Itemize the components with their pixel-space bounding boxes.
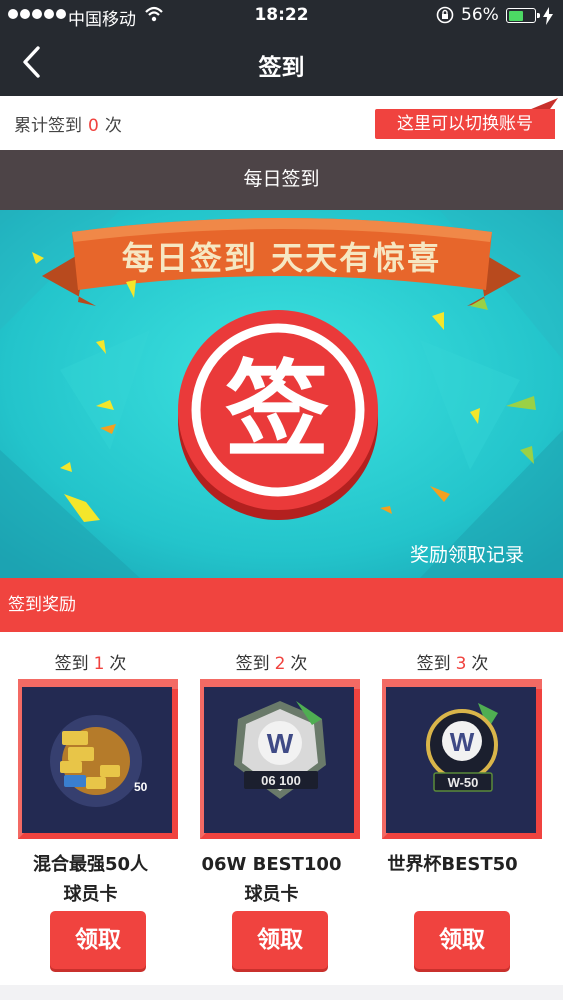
count-prefix: 累计签到 [14,116,82,136]
player-card-image: 50 [18,679,178,839]
card-badge-3: W-50 [448,775,479,790]
sign-in-button[interactable]: 签 [168,345,386,475]
times-suffix: 次 [471,654,489,674]
rewards-header: 签到奖励 [0,578,563,632]
count-value: 0 [88,116,99,136]
sign-in-count: 累计签到 0 次 [14,111,122,136]
reward-card: 签到 3 次 W W-50 世界杯BEST50 领取 [362,632,543,978]
top-bar: 中国移动 18:22 56% 签到 [0,0,563,96]
times-prefix: 签到 [54,654,89,674]
count-suffix: 次 [104,116,122,136]
player-card-image: W W-50 [382,679,542,839]
battery-icon [506,8,540,23]
reward-requirement: 签到 2 次 [181,649,362,674]
switch-account-button[interactable]: 这里可以切换账号 [375,109,555,139]
reward-name: 世界杯BEST50 [362,850,543,880]
reward-requirement: 签到 3 次 [362,649,543,674]
times-count: 1 [93,654,105,674]
daily-sign-header: 每日签到 [0,150,563,210]
svg-text:W: W [267,728,294,759]
card-badge-1: 50 [134,780,148,794]
status-bar: 中国移动 18:22 56% [0,0,563,32]
banner-slogan: 每日签到 天天有惊喜 [121,239,442,277]
player-card-image: W 06 100 [200,679,360,839]
times-suffix: 次 [109,654,127,674]
reward-name: 混合最强50人 球员卡 [0,850,181,910]
reward-requirement: 签到 1 次 [0,649,181,674]
charging-bolt-icon [543,7,553,25]
battery-percent: 56% [461,5,499,25]
reward-name-line2: 球员卡 [244,884,299,905]
times-prefix: 签到 [416,654,451,674]
times-count: 3 [455,654,467,674]
claim-button[interactable]: 领取 [50,911,146,969]
bottom-divider [0,985,563,1000]
claim-button[interactable]: 领取 [232,911,328,969]
times-count: 2 [274,654,286,674]
card-badge-2: 06 100 [261,773,301,788]
svg-text:W: W [450,727,475,757]
reward-name-line1: 世界杯BEST50 [387,854,518,875]
times-suffix: 次 [290,654,308,674]
times-prefix: 签到 [235,654,270,674]
reward-card: 签到 1 次 50 混合最强50人 球员卡 领取 [0,632,181,978]
rotation-lock-icon [436,6,454,24]
reward-name: 06W BEST100 球员卡 [181,850,362,910]
reward-name-line1: 混合最强50人 [32,854,149,875]
reward-record-link[interactable]: 奖励领取记录 [410,540,524,567]
reward-name-line2: 球员卡 [63,884,118,905]
page-title: 签到 [258,55,305,81]
claim-button[interactable]: 领取 [414,911,510,969]
reward-card: 签到 2 次 W 06 100 06W BEST100 球员卡 领取 [181,632,362,978]
reward-name-line1: 06W BEST100 [201,854,342,875]
